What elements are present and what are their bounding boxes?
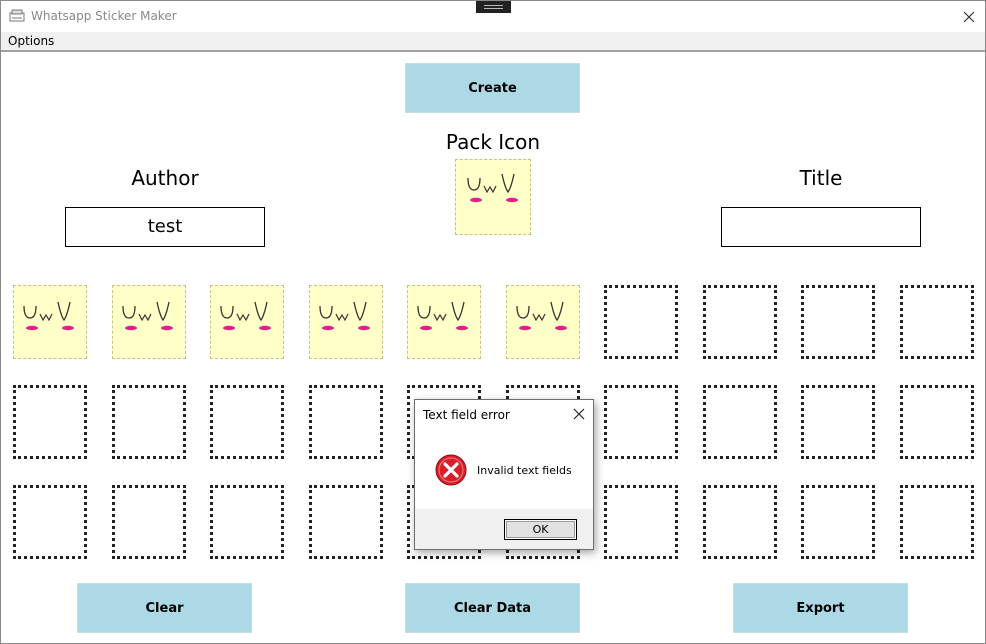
sticker-slot[interactable] [13,485,87,559]
sticker-slot[interactable] [505,285,580,359]
sticker-slot[interactable] [801,285,875,359]
error-dialog: Text field error Invalid text fields OK [414,399,594,550]
divider [1,50,985,52]
menu-options[interactable]: Options [8,34,54,48]
ok-button[interactable]: OK [504,519,577,540]
uwu-sticker-icon [23,301,74,331]
title-label: Title [799,166,843,190]
uwu-sticker-icon [318,301,370,331]
sticker-slot[interactable] [801,385,875,459]
sticker-slot[interactable] [604,385,678,459]
app-icon [9,9,25,22]
create-button[interactable]: Create [405,63,580,113]
dialog-title: Text field error [423,408,510,422]
menu-bar: Options [1,32,985,51]
sticker-slot[interactable] [308,385,383,459]
sticker-slot[interactable] [702,285,777,359]
author-label: Author [131,166,199,190]
dialog-message: Invalid text fields [477,464,572,477]
sticker-slot[interactable] [899,385,974,459]
title-input[interactable] [721,207,921,247]
sticker-slot[interactable] [210,285,284,359]
author-input[interactable]: test [65,207,265,247]
pack-icon-label: Pack Icon [445,130,541,154]
window-close-button[interactable] [953,1,985,32]
close-icon[interactable] [571,406,587,422]
uwu-sticker-icon [467,173,518,203]
sticker-slot[interactable] [308,485,383,559]
close-icon [963,11,975,22]
uwu-sticker-icon [121,301,173,331]
uwu-sticker-icon [417,301,468,331]
pack-icon-image[interactable] [455,159,531,235]
sticker-slot[interactable] [801,485,875,559]
sticker-slot[interactable] [13,285,87,359]
sticker-slot[interactable] [899,485,974,559]
sticker-slot[interactable] [407,285,481,359]
sticker-slot[interactable] [604,285,678,359]
sticker-slot[interactable] [111,285,186,359]
clear-data-button[interactable]: Clear Data [405,583,580,633]
export-button[interactable]: Export [733,583,908,633]
snap-handle[interactable] [476,1,511,13]
sticker-slot[interactable] [13,385,87,459]
sticker-slot[interactable] [702,385,777,459]
app-window: Whatsapp Sticker Maker Options Create Au… [0,0,986,644]
sticker-slot[interactable] [210,485,284,559]
sticker-slot[interactable] [210,385,284,459]
dialog-footer: OK [415,509,593,549]
clear-button[interactable]: Clear [77,583,252,633]
sticker-slot[interactable] [604,485,678,559]
uwu-sticker-icon [515,301,567,331]
sticker-slot[interactable] [702,485,777,559]
sticker-slot[interactable] [899,285,974,359]
uwu-sticker-icon [220,301,271,331]
sticker-slot[interactable] [308,285,383,359]
window-title: Whatsapp Sticker Maker [31,9,177,23]
sticker-slot[interactable] [111,385,186,459]
error-icon [435,454,467,486]
sticker-slot[interactable] [111,485,186,559]
